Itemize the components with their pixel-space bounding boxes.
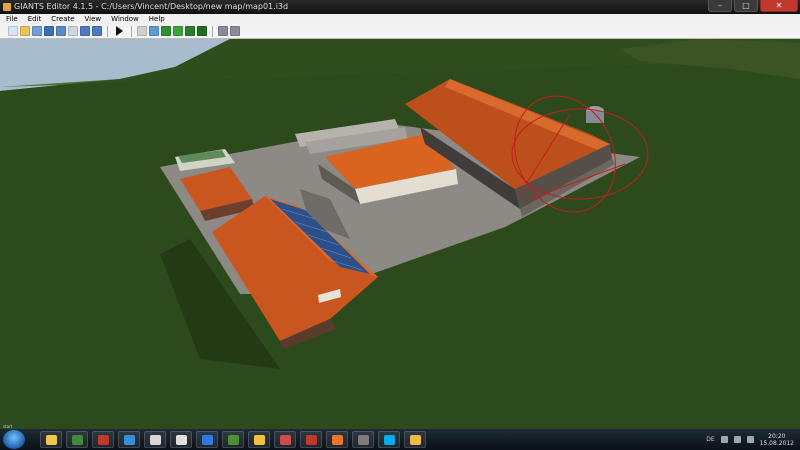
import-icon[interactable] (32, 26, 42, 36)
zoom-icon[interactable] (230, 26, 240, 36)
bluetooth-task[interactable] (196, 431, 218, 448)
terrain-smooth-icon[interactable] (185, 26, 195, 36)
game-icon (98, 435, 109, 445)
bluetooth-icon (202, 435, 213, 445)
3d-viewport[interactable] (0, 39, 800, 429)
start-button[interactable] (3, 430, 25, 449)
toolbar-separator (212, 25, 213, 37)
toolbar-separator (131, 25, 132, 37)
volume-icon[interactable] (733, 436, 741, 443)
title-bar: GIANTS Editor 4.1.5 - C:/Users/Vincent/D… (0, 0, 800, 14)
terrain-paint-icon[interactable] (173, 26, 183, 36)
cow-task[interactable] (170, 431, 192, 448)
k-task[interactable] (300, 431, 322, 448)
ie-task[interactable] (118, 431, 140, 448)
undo-icon[interactable] (80, 26, 90, 36)
tool-task[interactable] (144, 431, 166, 448)
maximize-button[interactable]: □ (734, 0, 758, 12)
firefox-task[interactable] (326, 431, 348, 448)
language-indicator[interactable]: DE (706, 436, 714, 443)
globe-icon (254, 435, 265, 445)
save-as-icon[interactable] (56, 26, 66, 36)
explorer-task[interactable] (40, 431, 62, 448)
giants-task[interactable] (404, 431, 426, 448)
menu-file[interactable]: File (6, 14, 18, 24)
scene-canvas[interactable] (0, 39, 800, 429)
foliage-icon[interactable] (197, 26, 207, 36)
tractor-task[interactable] (66, 431, 88, 448)
menu-help[interactable]: Help (149, 14, 165, 24)
terrain-raise-icon[interactable] (161, 26, 171, 36)
close-button[interactable]: ✕ (760, 0, 798, 12)
globe-task[interactable] (248, 431, 270, 448)
app-icon (3, 3, 11, 11)
skype-icon (384, 435, 395, 445)
explorer-icon (46, 435, 57, 445)
k-icon (306, 435, 317, 445)
new-icon[interactable] (8, 26, 18, 36)
tool-icon (150, 435, 161, 445)
menu-view[interactable]: View (85, 14, 102, 24)
settings-icon[interactable] (218, 26, 228, 36)
drive-task[interactable] (352, 431, 374, 448)
save-icon[interactable] (44, 26, 54, 36)
window-controls: – □ ✕ (708, 0, 798, 12)
window-title: GIANTS Editor 4.1.5 - C:/Users/Vincent/D… (14, 2, 289, 11)
minecraft-icon (228, 435, 239, 445)
menu-create[interactable]: Create (51, 14, 74, 24)
start-label: start (3, 424, 13, 429)
flag-icon[interactable] (746, 436, 754, 443)
clock[interactable]: 20:20 15.08.2012 (760, 433, 794, 447)
select-icon[interactable] (137, 26, 147, 36)
clock-time: 20:20 (768, 432, 786, 440)
reload-icon[interactable] (68, 26, 78, 36)
menu-edit[interactable]: Edit (28, 14, 42, 24)
draw-task[interactable] (274, 431, 296, 448)
firefox-icon (332, 435, 343, 445)
clock-date: 15.08.2012 (759, 439, 794, 447)
skype-task[interactable] (378, 431, 400, 448)
toolbar-separator (107, 25, 108, 37)
menu-window[interactable]: Window (111, 14, 139, 24)
cow-icon (176, 435, 187, 445)
giants-icon (410, 435, 421, 445)
redo-icon[interactable] (92, 26, 102, 36)
drive-icon (358, 435, 369, 445)
move-icon[interactable] (149, 26, 159, 36)
ie-icon (124, 435, 135, 445)
menu-bar: File Edit Create View Window Help (0, 14, 800, 24)
play-icon[interactable] (116, 26, 123, 36)
minimize-button[interactable]: – (708, 0, 732, 12)
network-icon[interactable] (720, 436, 728, 443)
minecraft-task[interactable] (222, 431, 244, 448)
tractor-icon (72, 435, 83, 445)
system-tray: DE 20:20 15.08.2012 (706, 431, 794, 448)
open-icon[interactable] (20, 26, 30, 36)
draw-icon (280, 435, 291, 445)
game-task[interactable] (92, 431, 114, 448)
taskbar: start DE 20:20 15.08.2012 (0, 424, 800, 450)
toolbar (0, 24, 800, 39)
taskbar-apps (40, 431, 426, 448)
